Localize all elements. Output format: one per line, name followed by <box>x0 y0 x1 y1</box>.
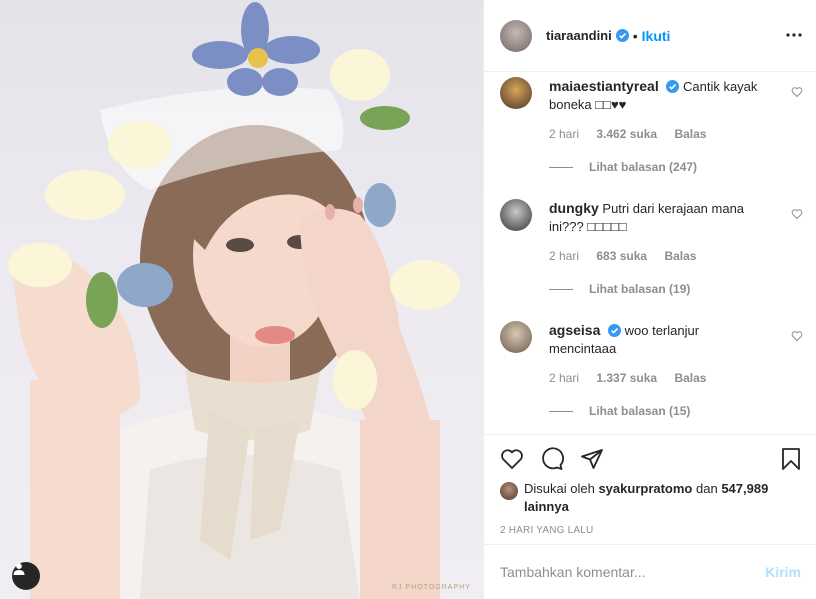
view-replies-label: Lihat balasan (15) <box>589 404 691 418</box>
view-replies-button[interactable]: Lihat balasan (15) <box>549 404 690 418</box>
post-comment-button[interactable]: Kirim <box>765 564 801 580</box>
comment-input[interactable] <box>500 564 766 580</box>
liked-by-conj: dan <box>696 481 718 496</box>
post-modal: RJ PHOTOGRAPHY tiaraandini • Ikuti maiae… <box>0 0 816 599</box>
photographer-watermark: RJ PHOTOGRAPHY <box>392 584 471 591</box>
comment-meta: 2 hari 3.462 suka Balas <box>549 127 720 141</box>
comment-body: dungky Putri dari kerajaan mana ini??? □… <box>549 199 769 236</box>
post-photo[interactable]: RJ PHOTOGRAPHY <box>0 0 483 599</box>
commenter-username[interactable]: maiaestiantyreal <box>549 78 659 94</box>
comment-meta: 2 hari 1.337 suka Balas <box>549 371 720 385</box>
comment-heart-icon[interactable] <box>791 86 803 98</box>
reply-button[interactable]: Balas <box>674 371 706 385</box>
verified-badge-icon <box>666 80 680 93</box>
comment-likes[interactable]: 1.337 suka <box>596 371 657 385</box>
post-header: tiaraandini • Ikuti <box>484 0 816 72</box>
share-icon[interactable] <box>580 447 604 471</box>
comment-meta: 2 hari 683 suka Balas <box>549 249 710 263</box>
comment-heart-icon[interactable] <box>791 330 803 342</box>
comment-item: maiaestiantyreal Cantik kayak boneka □□♥… <box>500 72 805 194</box>
comment-time: 2 hari <box>549 127 580 141</box>
more-options-icon[interactable] <box>785 26 803 44</box>
replies-line <box>549 410 573 412</box>
replies-line <box>549 166 573 168</box>
comment-likes[interactable]: 683 suka <box>596 249 647 263</box>
comment-icon[interactable] <box>540 447 564 471</box>
bookmark-icon[interactable] <box>779 447 803 471</box>
user-tag-button[interactable] <box>12 562 40 590</box>
comment-likes[interactable]: 3.462 suka <box>596 127 657 141</box>
verified-badge-icon <box>615 29 629 42</box>
liked-by-user[interactable]: syakurpratomo <box>598 481 692 496</box>
comment-body: maiaestiantyreal Cantik kayak boneka □□♥… <box>549 77 769 114</box>
commenter-avatar[interactable] <box>500 321 532 353</box>
user-tag-icon <box>13 563 25 575</box>
separator-dot: • <box>632 27 638 44</box>
liked-by-text: Disukai oleh syakurpratomo dan 547,989 l… <box>524 480 800 516</box>
author-avatar[interactable] <box>500 19 532 52</box>
commenter-username[interactable]: agseisa <box>549 322 600 338</box>
comment-body: agseisa woo terlanjur mencintaaa <box>549 321 769 358</box>
post-side-panel: tiaraandini • Ikuti maiaestiantyreal Can… <box>483 0 816 599</box>
portrait-illustration <box>8 2 460 599</box>
reply-button[interactable]: Balas <box>664 249 696 263</box>
liker-avatar[interactable] <box>500 482 518 500</box>
commenter-username[interactable]: dungky <box>549 200 599 216</box>
comment-time: 2 hari <box>549 249 580 263</box>
view-replies-button[interactable]: Lihat balasan (19) <box>549 282 690 296</box>
verified-badge-icon <box>608 324 621 337</box>
liked-by-prefix: Disukai oleh <box>524 481 595 496</box>
comment-heart-icon[interactable] <box>791 208 803 220</box>
view-replies-label: Lihat balasan (247) <box>589 160 698 174</box>
commenter-avatar[interactable] <box>500 77 532 109</box>
liked-by-summary: Disukai oleh syakurpratomo dan 547,989 l… <box>500 480 800 516</box>
post-timestamp[interactable]: 2 HARI YANG LALU <box>500 525 593 536</box>
post-actions: Disukai oleh syakurpratomo dan 547,989 l… <box>484 434 816 544</box>
comment-item: dungky Putri dari kerajaan mana ini??? □… <box>500 194 805 316</box>
reply-button[interactable]: Balas <box>674 127 706 141</box>
replies-line <box>549 288 573 290</box>
comment-item: agseisa woo terlanjur mencintaaa 2 hari … <box>500 316 805 434</box>
view-replies-button[interactable]: Lihat balasan (247) <box>549 160 697 174</box>
heart-icon[interactable] <box>500 447 524 471</box>
author-username[interactable]: tiaraandini <box>546 28 612 43</box>
view-replies-label: Lihat balasan (19) <box>589 282 691 296</box>
commenter-avatar[interactable] <box>500 199 532 231</box>
comments-list[interactable]: maiaestiantyreal Cantik kayak boneka □□♥… <box>484 72 816 434</box>
comment-time: 2 hari <box>549 371 580 385</box>
follow-button[interactable]: Ikuti <box>642 28 671 44</box>
add-comment-bar: Kirim <box>484 544 816 599</box>
